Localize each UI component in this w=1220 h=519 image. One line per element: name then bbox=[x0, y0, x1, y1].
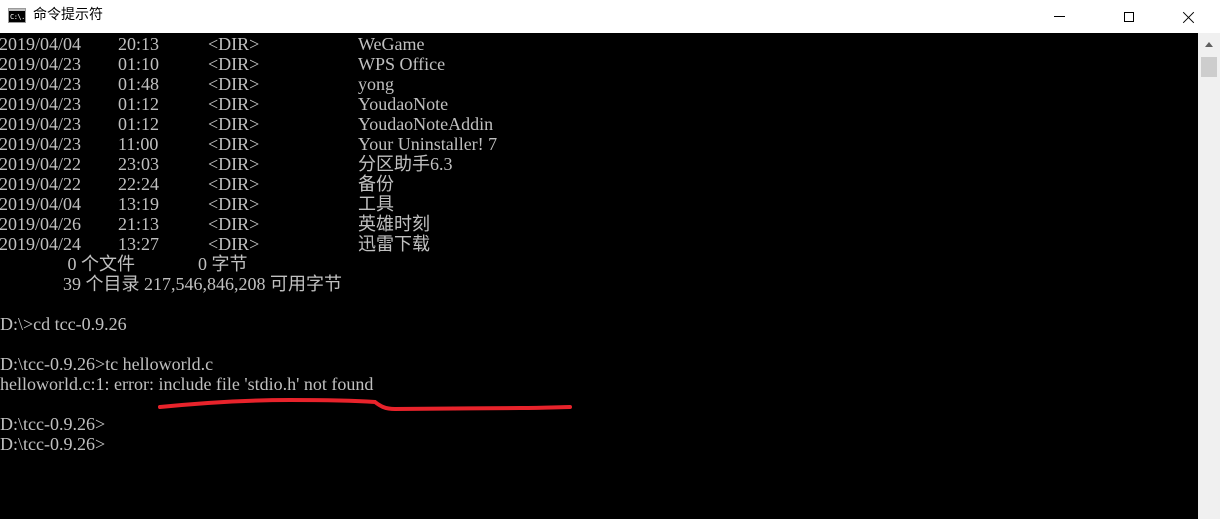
console-output[interactable]: 2019/04/04 20:13 <DIR> WeGame 2019/04/23… bbox=[0, 33, 1198, 519]
dir-time: 01:12 bbox=[118, 114, 160, 134]
dir-type: <DIR> bbox=[208, 234, 260, 254]
compile-error-line: helloworld.c:1: error: include file 'std… bbox=[0, 374, 374, 394]
dir-date: 2019/04/22 bbox=[0, 154, 82, 174]
dir-listing-row: 2019/04/22 22:24 <DIR> 备份 bbox=[0, 174, 394, 194]
scroll-up-arrow-icon bbox=[1205, 41, 1213, 47]
window-title: 命令提示符 bbox=[33, 7, 103, 23]
dir-date: 2019/04/22 bbox=[0, 174, 82, 194]
maximize-button[interactable] bbox=[1106, 0, 1152, 33]
title-bar[interactable]: C:\. 命令提示符 bbox=[0, 0, 1220, 33]
summary-dir-count: 39 个目录 217,546,846,208 可用字节 bbox=[0, 274, 342, 294]
dir-name: Your Uninstaller! 7 bbox=[358, 134, 498, 154]
cmd-app-icon: C:\. bbox=[8, 8, 26, 23]
dir-type: <DIR> bbox=[208, 194, 260, 214]
close-button[interactable] bbox=[1166, 0, 1212, 33]
dir-date: 2019/04/04 bbox=[0, 194, 82, 214]
scroll-thumb[interactable] bbox=[1201, 57, 1217, 77]
dir-listing-row: 2019/04/04 20:13 <DIR> WeGame bbox=[0, 34, 425, 54]
dir-listing-row: 2019/04/23 01:12 <DIR> YoudaoNote bbox=[0, 94, 448, 114]
dir-name: YoudaoNote bbox=[358, 94, 449, 114]
dir-name: 英雄时刻 bbox=[358, 214, 430, 234]
dir-name: WeGame bbox=[358, 34, 425, 54]
dir-listing-row: 2019/04/23 01:10 <DIR> WPS Office bbox=[0, 54, 445, 74]
command-prompt-window: C:\. 命令提示符 2019/04/04 20:13 <DIR> WeGame… bbox=[0, 0, 1220, 519]
dir-date: 2019/04/04 bbox=[0, 34, 82, 54]
dir-date: 2019/04/23 bbox=[0, 134, 82, 154]
dir-type: <DIR> bbox=[208, 174, 260, 194]
dir-time: 20:13 bbox=[118, 34, 160, 54]
icon-prompt-glyph: C:\. bbox=[10, 13, 25, 21]
dir-time: 13:27 bbox=[118, 234, 160, 254]
dir-type: <DIR> bbox=[208, 34, 260, 54]
icon-titlebar-strip bbox=[9, 9, 25, 11]
dir-date: 2019/04/24 bbox=[0, 234, 82, 254]
dir-date: 2019/04/23 bbox=[0, 94, 82, 114]
dir-type: <DIR> bbox=[208, 154, 260, 174]
dir-time: 23:03 bbox=[118, 154, 160, 174]
minimize-icon bbox=[1053, 16, 1065, 17]
dir-date: 2019/04/23 bbox=[0, 74, 82, 94]
dir-name: YoudaoNoteAddin bbox=[358, 114, 494, 134]
dir-type: <DIR> bbox=[208, 74, 260, 94]
dir-name: 工具 bbox=[358, 194, 394, 214]
vertical-scrollbar[interactable] bbox=[1198, 33, 1220, 519]
prompt-line: D:\tcc-0.9.26> bbox=[0, 414, 106, 434]
dir-time: 01:12 bbox=[118, 94, 160, 114]
scroll-up-button[interactable] bbox=[1198, 33, 1220, 55]
dir-date: 2019/04/23 bbox=[0, 54, 82, 74]
summary-file-count: 0 个文件 0 字节 bbox=[0, 254, 248, 274]
close-icon bbox=[1183, 11, 1195, 23]
dir-type: <DIR> bbox=[208, 94, 260, 114]
underline-stroke bbox=[158, 397, 572, 412]
dir-date: 2019/04/23 bbox=[0, 114, 82, 134]
maximize-icon bbox=[1124, 11, 1134, 22]
dir-time: 01:48 bbox=[118, 74, 160, 94]
dir-listing-row: 2019/04/22 23:03 <DIR> 分区助手6.3 bbox=[0, 154, 453, 174]
minimize-button[interactable] bbox=[1036, 0, 1082, 33]
dir-name: 迅雷下载 bbox=[358, 234, 430, 254]
dir-time: 13:19 bbox=[118, 194, 160, 214]
dir-listing-row: 2019/04/23 11:00 <DIR> Your Uninstaller!… bbox=[0, 134, 497, 154]
dir-listing-row: 2019/04/04 13:19 <DIR> 工具 bbox=[0, 194, 394, 214]
dir-name: 分区助手6.3 bbox=[358, 154, 453, 174]
dir-listing-row: 2019/04/26 21:13 <DIR> 英雄时刻 bbox=[0, 214, 430, 234]
dir-type: <DIR> bbox=[208, 134, 260, 154]
dir-type: <DIR> bbox=[208, 114, 260, 134]
command-tc-line: D:\tcc-0.9.26>tc helloworld.c bbox=[0, 354, 214, 374]
dir-name: WPS Office bbox=[358, 54, 446, 74]
dir-type: <DIR> bbox=[208, 214, 260, 234]
dir-name: yong bbox=[358, 74, 394, 94]
prompt-line-active[interactable]: D:\tcc-0.9.26> bbox=[0, 434, 105, 454]
dir-listing-row: 2019/04/24 13:27 <DIR> 迅雷下载 bbox=[0, 234, 430, 254]
dir-type: <DIR> bbox=[208, 54, 260, 74]
dir-name: 备份 bbox=[358, 174, 394, 194]
command-cd-line: D:\>cd tcc-0.9.26 bbox=[0, 314, 127, 334]
dir-time: 22:24 bbox=[118, 174, 160, 194]
dir-date: 2019/04/26 bbox=[0, 214, 82, 234]
dir-listing-row: 2019/04/23 01:48 <DIR> yong bbox=[0, 74, 394, 94]
dir-listing-row: 2019/04/23 01:12 <DIR> YoudaoNoteAddin bbox=[0, 114, 493, 134]
dir-time: 11:00 bbox=[118, 134, 159, 154]
dir-time: 01:10 bbox=[118, 54, 160, 74]
dir-time: 21:13 bbox=[118, 214, 160, 234]
